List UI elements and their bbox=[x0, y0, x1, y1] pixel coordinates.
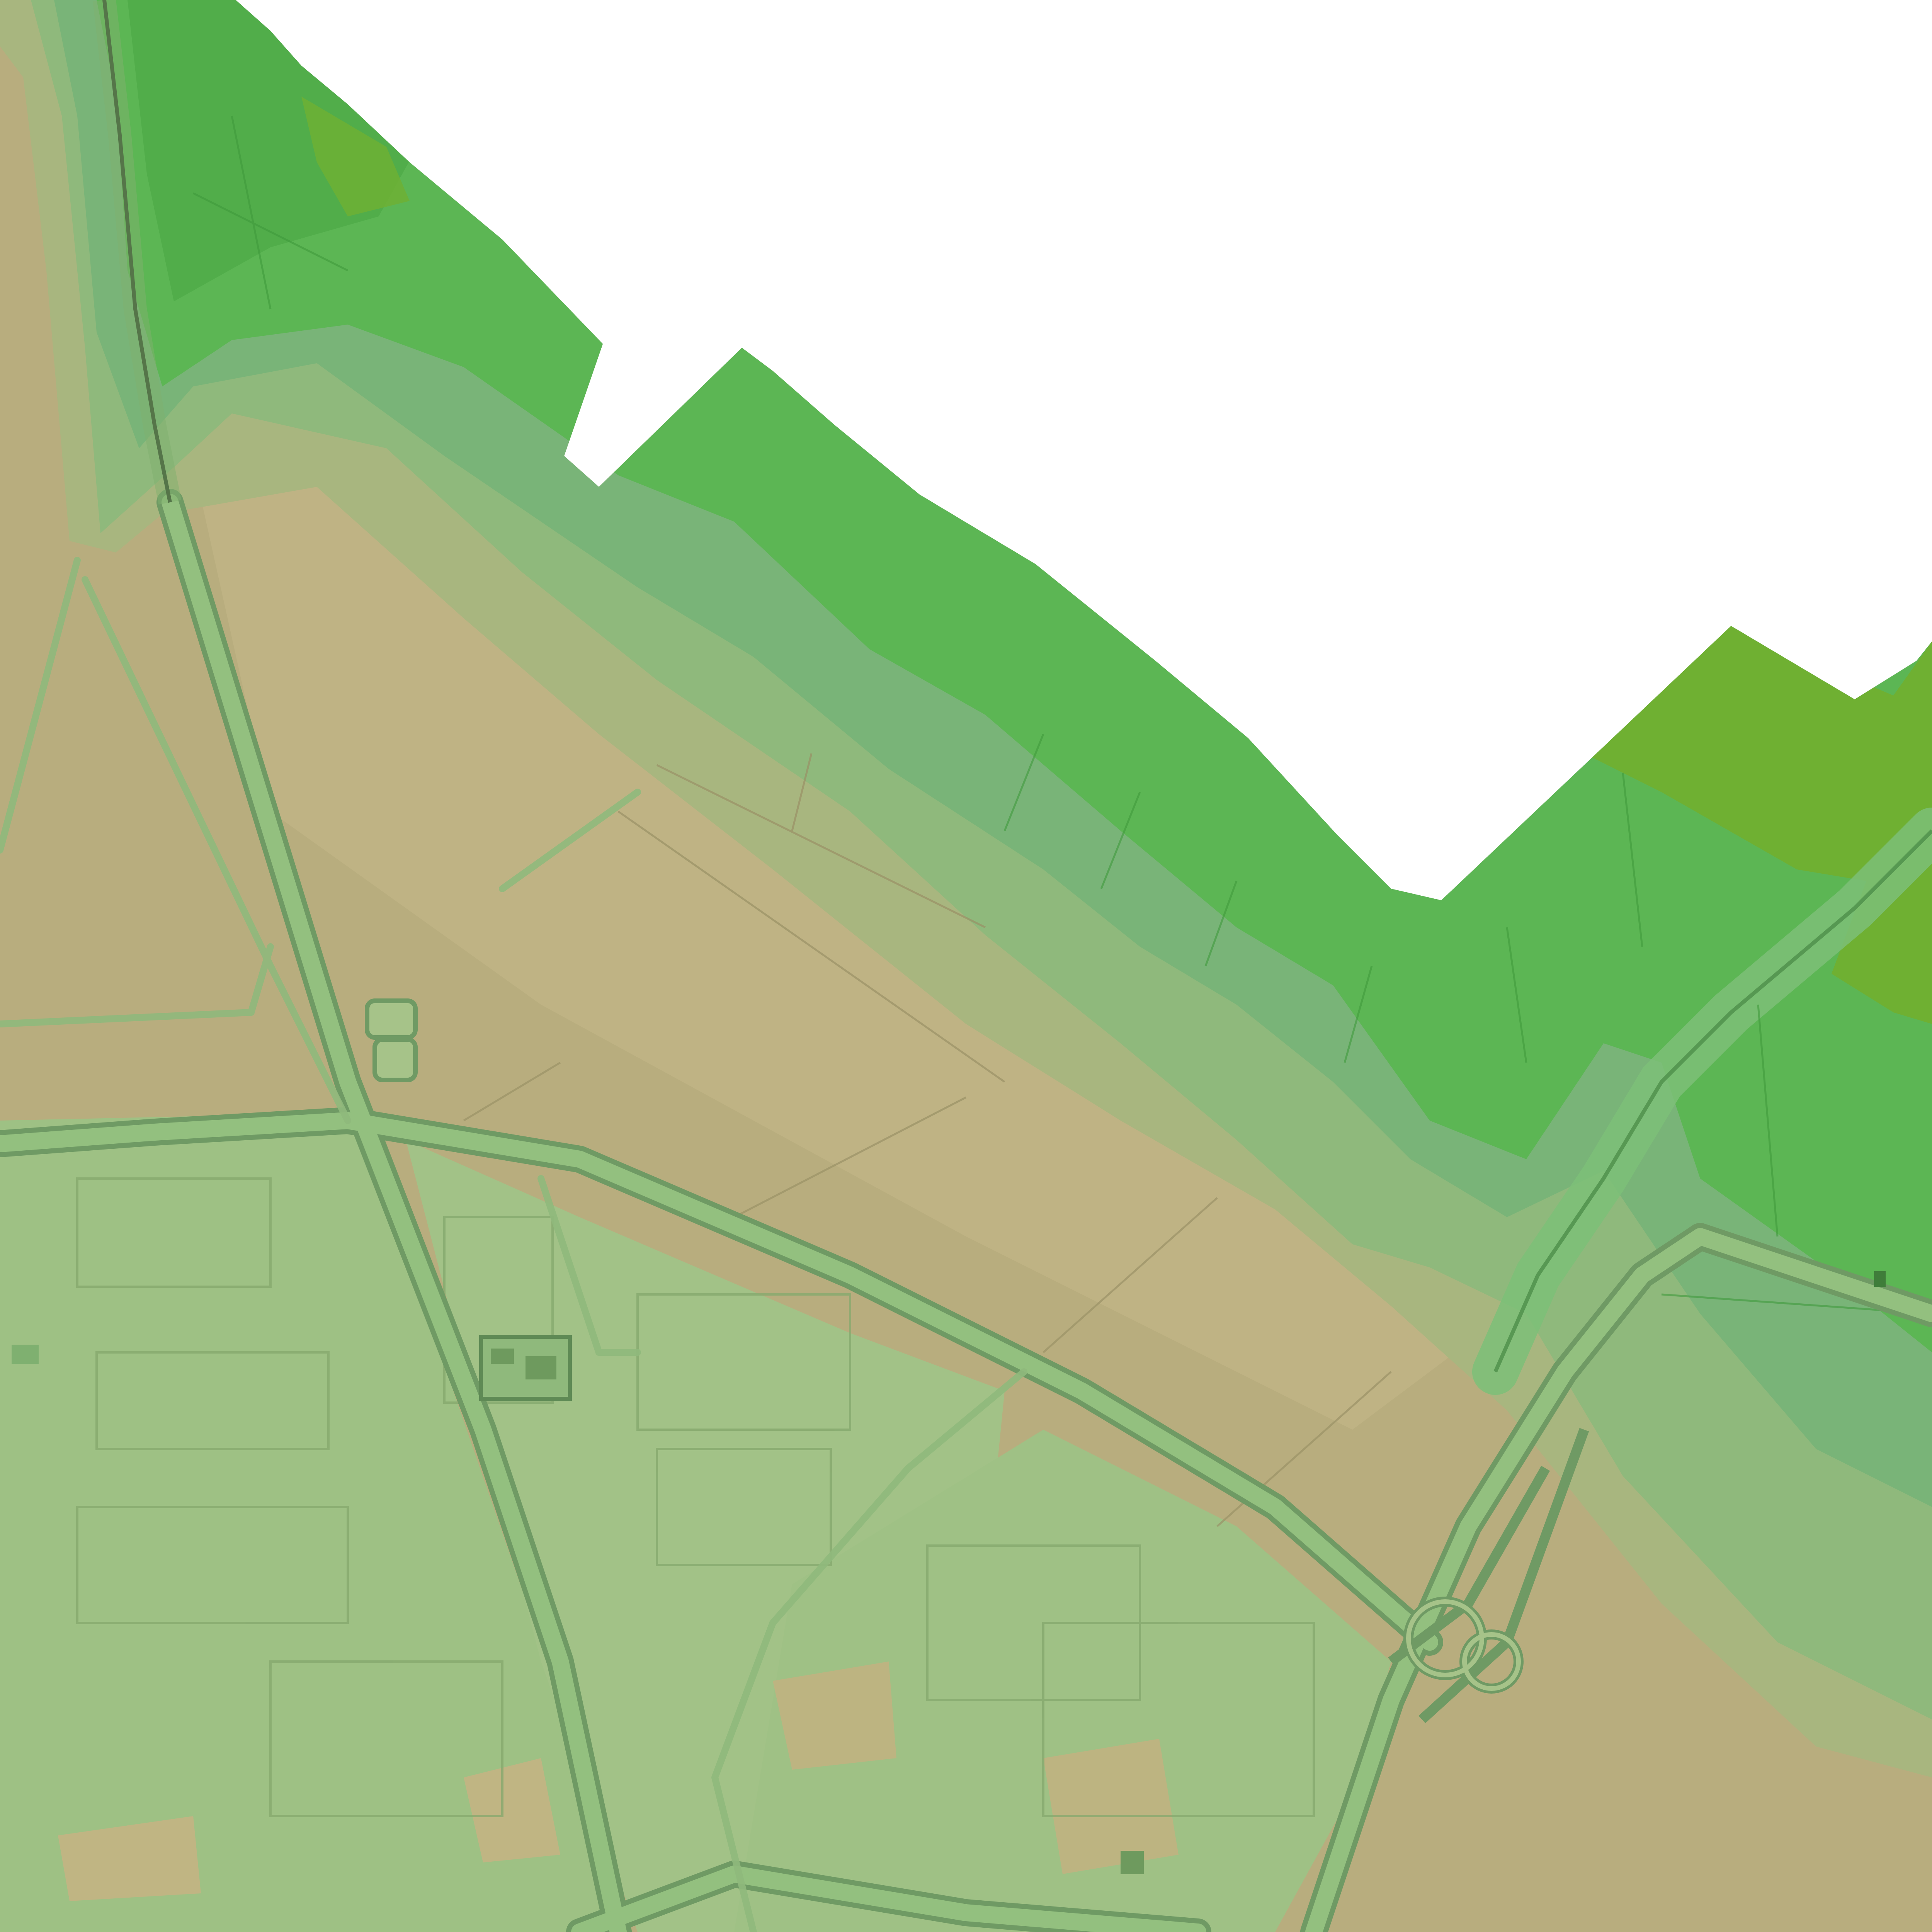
pond bbox=[365, 998, 418, 1040]
small-building bbox=[1874, 1271, 1886, 1287]
pond bbox=[372, 1037, 418, 1082]
urban-patch-3 bbox=[773, 1662, 896, 1770]
small-building bbox=[12, 1345, 39, 1364]
elevation-map[interactable] bbox=[0, 0, 1932, 1932]
industrial-yard bbox=[479, 1335, 572, 1401]
yard-detail bbox=[526, 1356, 556, 1379]
small-building bbox=[1121, 1851, 1144, 1874]
elevation-map-svg bbox=[0, 0, 1932, 1932]
urban-patch-4 bbox=[1043, 1739, 1179, 1874]
yard-detail bbox=[491, 1349, 514, 1364]
